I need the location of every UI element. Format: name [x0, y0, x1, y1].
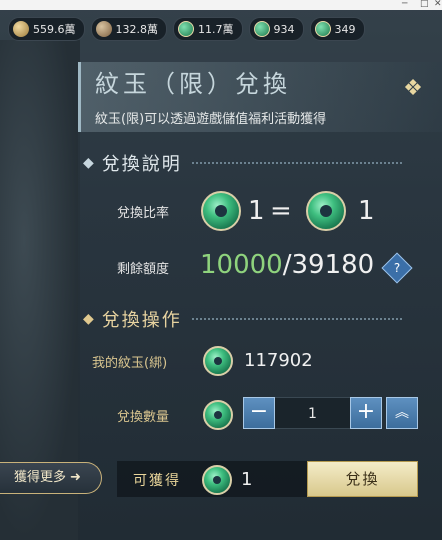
diamond-icon: ◆	[83, 311, 94, 327]
exchange-button[interactable]: 兌換	[307, 461, 418, 497]
get-more-label: 獲得更多	[14, 470, 67, 485]
ratio-label: 兌換比率	[117, 206, 170, 221]
help-icon: ?	[393, 261, 401, 275]
quota-value: 10000/39180	[200, 250, 374, 280]
close-icon[interactable]: ✕	[434, 0, 442, 9]
window-bar: ─ □ ✕	[0, 0, 442, 10]
can-get-label: 可獲得	[133, 473, 181, 489]
quota-used: 10000	[200, 250, 283, 280]
resource-value: 559.6萬	[33, 23, 76, 36]
resource-jade[interactable]: 11.7萬	[173, 17, 243, 41]
resource-gold[interactable]: 559.6萬	[8, 17, 85, 41]
resource-value: 11.7萬	[198, 23, 234, 36]
qty-label: 兌換數量	[117, 410, 170, 425]
get-more-button[interactable]: 獲得更多 ➜	[0, 462, 102, 494]
quota-label: 剩餘額度	[117, 262, 170, 277]
resource-value: 934	[273, 22, 295, 36]
arrow-right-icon: ➜	[70, 470, 81, 485]
jade-icon	[203, 400, 233, 430]
jade-icon	[203, 346, 233, 376]
my-jade-label: 我的紋玉(綁)	[92, 356, 168, 371]
jade-icon	[178, 21, 194, 37]
resource-coin[interactable]: 132.8萬	[90, 17, 167, 41]
minimize-icon[interactable]: ─	[402, 0, 407, 9]
maximize-icon[interactable]: □	[420, 0, 429, 9]
jade-icon	[306, 191, 346, 231]
max-quantity-button[interactable]: ︽	[386, 397, 418, 429]
panel-subtitle: 紋玉(限)可以透過遊戲儲值福利活動獲得	[95, 112, 327, 127]
quantity-stepper: − 1 + ︽	[243, 397, 418, 429]
jade-plus-icon	[314, 21, 331, 37]
gold-ingot-icon	[13, 21, 29, 37]
ratio-left: 1	[248, 196, 265, 226]
jade-icon	[201, 191, 241, 231]
increase-button[interactable]: +	[350, 397, 382, 429]
resource-bar: 559.6萬 132.8萬 11.7萬 934 349	[8, 17, 365, 41]
ornament-icon: ❖	[403, 76, 423, 101]
quantity-input[interactable]: 1	[275, 397, 350, 429]
diamond-icon: ◆	[83, 155, 94, 171]
coin-bag-icon	[95, 21, 112, 37]
section-explain-heading: ◆ 兌換說明	[83, 150, 402, 176]
resource-jade-limited[interactable]: 349	[309, 17, 365, 41]
decrease-button[interactable]: −	[243, 397, 275, 429]
resource-value: 132.8萬	[115, 23, 159, 36]
divider	[191, 162, 402, 164]
my-jade-value: 117902	[244, 350, 313, 371]
jade-icon	[202, 465, 232, 495]
ratio-right: 1	[358, 196, 375, 226]
can-get-value: 1	[241, 469, 253, 490]
resource-value: 349	[334, 22, 356, 36]
jade-plus-icon	[253, 21, 270, 37]
section-operate-heading: ◆ 兌換操作	[83, 306, 402, 332]
divider	[191, 318, 402, 320]
panel-title: 紋玉（限）兌換	[95, 70, 291, 98]
ratio-equals: =	[270, 196, 292, 226]
resource-jade-bound[interactable]: 934	[248, 17, 304, 41]
quota-total: /39180	[282, 250, 375, 280]
